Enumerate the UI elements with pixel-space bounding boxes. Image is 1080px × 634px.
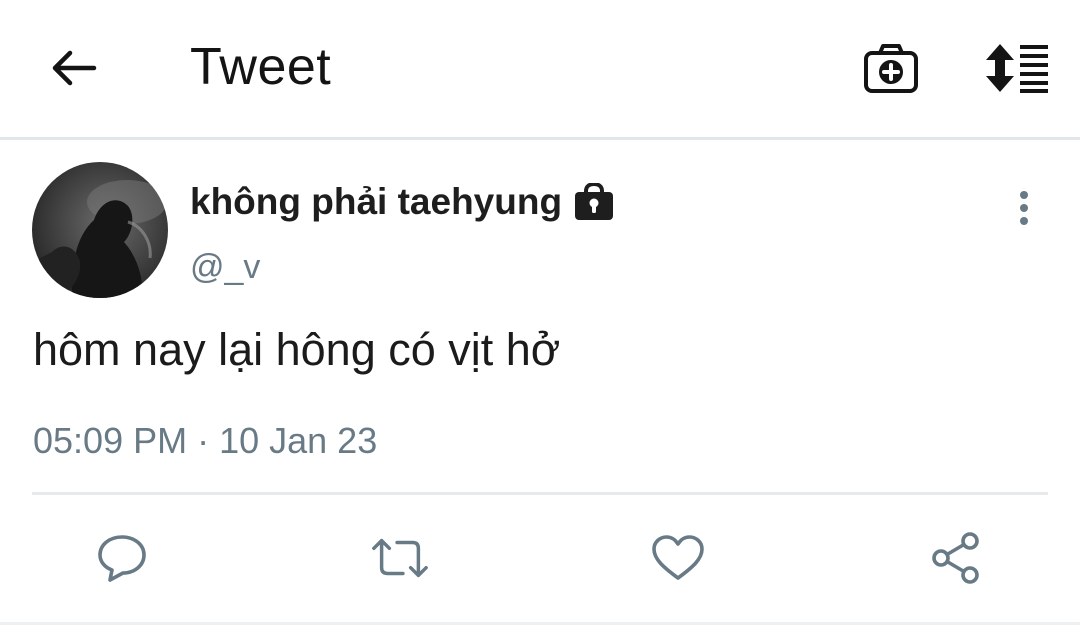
reply-button[interactable] [92,528,152,588]
share-button[interactable] [926,528,986,588]
author-handle[interactable]: @_v [190,245,260,289]
page-title: Tweet [190,38,332,96]
lock-icon [574,182,614,222]
avatar[interactable] [32,162,168,298]
retweet-icon [372,538,428,578]
avatar-image [32,162,168,298]
tweet-detail-screen: Tweet không phải taehyung @_v hôm nay lạ… [0,0,1080,634]
reply-bubble-icon [98,535,146,582]
sort-list-icon [986,44,1048,93]
tweet-timestamp: 05:09 PM · 10 Jan 23 [33,420,378,461]
author-name-row: không phải taehyung [190,178,614,226]
heart-icon [652,535,704,580]
arrow-left-icon [52,50,97,86]
camera-button[interactable] [860,38,922,98]
back-button[interactable] [46,42,102,94]
sort-button[interactable] [980,38,1052,98]
retweet-button[interactable] [370,528,430,588]
like-button[interactable] [648,528,708,588]
more-vertical-icon [1020,191,1028,225]
more-options-button[interactable] [1004,184,1044,232]
author-display-name[interactable]: không phải taehyung [190,179,562,225]
divider [32,492,1048,495]
tweet-text: hôm nay lại hông có vịt hở [33,324,561,375]
divider [0,622,1080,625]
share-icon [932,532,979,584]
camera-plus-icon [864,44,918,93]
app-bar: Tweet [0,0,1080,140]
